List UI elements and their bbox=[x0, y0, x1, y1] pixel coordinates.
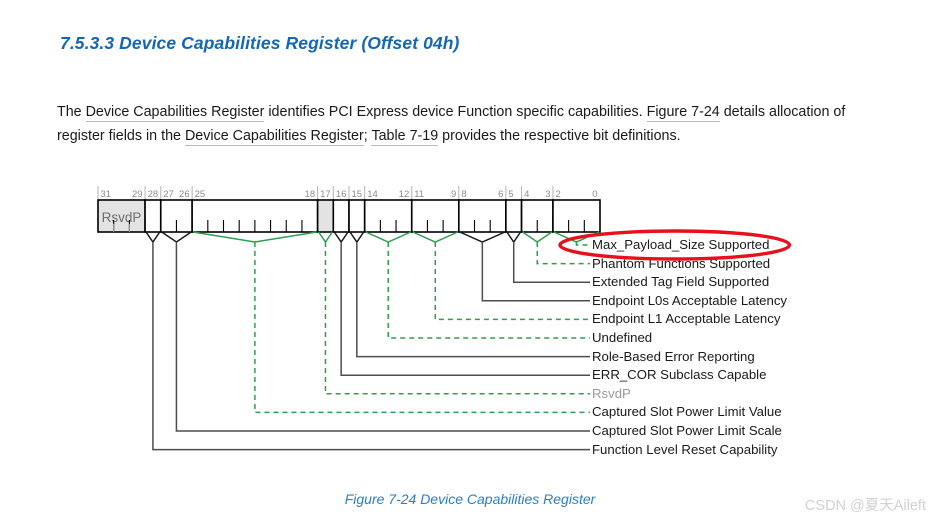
register-figure: 31 29 28 27 26 25 18 17 16 15 14 12 11 9 8 6 5 4 3 2 0 RsvdP… bbox=[0, 150, 940, 490]
field-label: Captured Slot Power Limit Value bbox=[592, 404, 782, 420]
field-label: Role-Based Error Reporting bbox=[592, 348, 755, 364]
document-page: 7.5.3.3 Device Capabilities Register (Of… bbox=[0, 0, 940, 524]
xref-figure-7-24[interactable]: Figure 7-24 bbox=[646, 104, 720, 123]
para-text-1: The bbox=[57, 104, 86, 121]
xref-table-7-19[interactable]: Table 7-19 bbox=[371, 128, 439, 147]
field-label: Phantom Functions Supported bbox=[592, 255, 771, 271]
field-labels-group: Max_Payload_Size Supported Phantom Functi… bbox=[0, 150, 940, 490]
field-label: ERR_COR Subclass Capable bbox=[592, 367, 767, 383]
section-heading: 7.5.3.3 Device Capabilities Register (Of… bbox=[60, 33, 460, 53]
csdn-watermark: CSDN @夏天Aileft bbox=[804, 498, 926, 514]
para-text-5: provides the respective bit definitions. bbox=[438, 128, 681, 145]
figure-caption: Figure 7-24 Device Capabilities Register bbox=[344, 491, 596, 507]
field-label: Undefined bbox=[592, 330, 653, 345]
field-label: RsvdP bbox=[592, 385, 631, 401]
field-label: Extended Tag Field Supported bbox=[592, 274, 770, 290]
field-label: Endpoint L0s Acceptable Latency bbox=[592, 292, 788, 308]
field-label: Max_Payload_Size Supported bbox=[592, 237, 770, 252]
field-label: Captured Slot Power Limit Scale bbox=[592, 423, 782, 438]
field-label: Function Level Reset Capability bbox=[592, 441, 778, 457]
body-paragraph: The Device Capabilities Register identif… bbox=[57, 100, 887, 148]
para-text-2: identifies PCI Express device Function s… bbox=[264, 104, 647, 121]
xref-device-capabilities-register-2[interactable]: Device Capabilities Register bbox=[184, 128, 364, 147]
field-label: Endpoint L1 Acceptable Latency bbox=[592, 311, 781, 327]
xref-device-capabilities-register-1[interactable]: Device Capabilities Register bbox=[85, 104, 265, 123]
